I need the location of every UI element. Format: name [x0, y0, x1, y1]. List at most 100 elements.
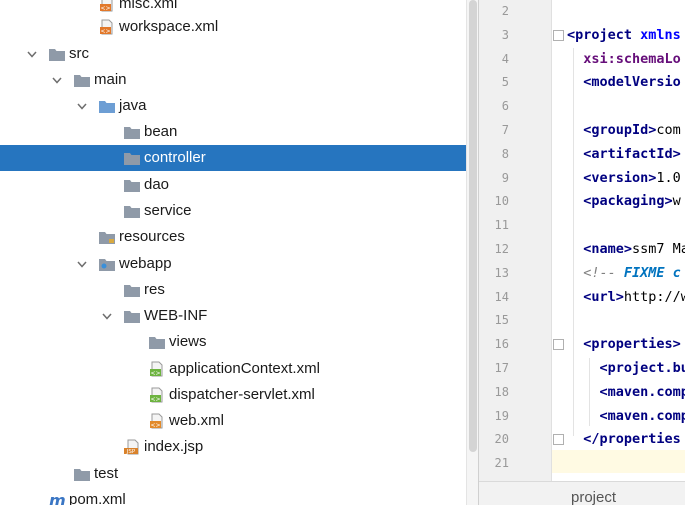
project-tree[interactable]: <> misc.xml <> workspace.xml src main java bean… [0, 0, 466, 505]
code-token: 1.0 [656, 169, 681, 186]
chevron-down-icon[interactable] [100, 309, 114, 323]
tree-item-label: dao [144, 176, 170, 193]
code-line[interactable]: <version>1.0 [567, 166, 681, 190]
code-token: <project.bu [599, 360, 685, 376]
line-number: 21 [494, 456, 509, 471]
code-line[interactable]: <maven.comp [567, 404, 685, 428]
code-line[interactable]: <maven.comp [567, 380, 685, 404]
svg-text:JSP: JSP [126, 449, 136, 455]
tree-item-web-xml[interactable]: <> web.xml [0, 408, 466, 434]
code-line[interactable]: <project.bu [567, 356, 685, 380]
line-number: 11 [494, 218, 509, 233]
code-line[interactable]: <artifactId> [567, 142, 681, 166]
line-number: 14 [494, 289, 509, 304]
fold-marker-icon[interactable] [553, 29, 564, 41]
tree-item-workspace-xml[interactable]: <> workspace.xml [0, 14, 466, 40]
code-token: <packaging> [583, 193, 673, 210]
code-token: <version> [583, 169, 657, 186]
line-number: 7 [501, 123, 509, 137]
code-line[interactable]: <url>http://w [567, 285, 685, 309]
line-number: 15 [494, 313, 509, 328]
xml-editor[interactable]: 2 3 4 5 6 7 8 9 10 11 12 13 14 15 16 17 18 19 20 21 <projec… [478, 0, 685, 505]
tree-item-pom-xml[interactable]: m pom.xml [0, 487, 466, 505]
tree-item-label: controller [144, 149, 206, 166]
tree-item-label: pom.xml [69, 491, 126, 505]
line-number-gutter: 2 3 4 5 6 7 8 9 10 11 12 13 14 15 16 17 18 19 20 21 [479, 0, 552, 505]
tree-item-src[interactable]: src [0, 41, 466, 67]
indent-guide [573, 48, 574, 436]
chevron-down-icon[interactable] [50, 73, 64, 87]
tree-item-label: main [94, 71, 127, 88]
tree-item-bean[interactable]: bean [0, 119, 466, 145]
code-token: w [672, 193, 681, 210]
code-line[interactable]: <modelVersio [567, 70, 681, 94]
tree-item-dao[interactable]: dao [0, 172, 466, 198]
line-number: 3 [501, 27, 509, 42]
code-line[interactable]: <!-- FIXME c [567, 261, 681, 285]
tree-item-label: web.xml [169, 412, 225, 429]
code-token: <modelVersio [583, 74, 681, 91]
tree-item-web-inf[interactable]: WEB-INF [0, 303, 466, 329]
tree-item-label: views [169, 333, 207, 350]
code-line[interactable]: <name>ssm7 Ma [567, 237, 685, 261]
chevron-down-icon[interactable] [25, 47, 39, 61]
folder-icon [148, 334, 166, 350]
chevron-down-icon[interactable] [75, 99, 89, 113]
tree-item-java[interactable]: java [0, 93, 466, 119]
code-token: <url> [583, 288, 624, 305]
tree-item-label: res [144, 281, 165, 298]
fold-marker-icon[interactable] [553, 339, 564, 351]
code-token: <maven.comp [599, 407, 685, 424]
breadcrumb-project[interactable]: project [571, 489, 616, 505]
tree-item-main[interactable]: main [0, 67, 466, 93]
code-line[interactable]: <properties> [567, 332, 681, 356]
line-number: 5 [501, 75, 509, 90]
tree-item-webapp[interactable]: webapp [0, 251, 466, 277]
code-token: ssm7 Ma [632, 241, 685, 257]
code-token: FIXME c [623, 264, 681, 281]
code-token: <groupId> [583, 122, 657, 138]
tree-item-label: java [119, 97, 147, 114]
code-line[interactable]: <groupId>com [567, 118, 681, 142]
chevron-down-icon[interactable] [75, 257, 89, 271]
tree-item-label: workspace.xml [119, 18, 219, 35]
tree-item-res[interactable]: res [0, 277, 466, 303]
tree-item-index-jsp[interactable]: JSP index.jsp [0, 434, 466, 460]
code-token: <project [567, 26, 641, 43]
tree-scrollbar-thumb[interactable] [469, 0, 477, 452]
tree-item-test[interactable]: test [0, 461, 466, 487]
code-line[interactable]: xsi:schemaLo [567, 47, 681, 71]
xml-file-icon: <> [98, 0, 116, 12]
tree-item-service[interactable]: service [0, 198, 466, 224]
indent-guide [589, 358, 590, 426]
tree-item-resources[interactable]: resources [0, 224, 466, 250]
maven-file-icon: m [48, 492, 66, 505]
code-line[interactable]: <project xmlns [567, 23, 681, 47]
fold-marker-icon[interactable] [553, 434, 564, 446]
code-line[interactable]: <packaging>w [567, 189, 681, 213]
tree-item-controller[interactable]: controller [0, 145, 466, 171]
tree-item-label: src [69, 45, 89, 62]
folder-icon [123, 308, 141, 324]
tree-item-label: WEB-INF [144, 307, 208, 324]
line-number: 19 [494, 408, 509, 423]
line-number: 8 [501, 146, 509, 161]
tree-item-views[interactable]: views [0, 329, 466, 355]
breadcrumb-bar[interactable]: project [479, 481, 685, 505]
tree-item-label: applicationContext.xml [169, 360, 320, 377]
tree-item-dispatcher-servlet-xml[interactable]: <> dispatcher-servlet.xml [0, 382, 466, 408]
code-token: <name> [583, 241, 633, 257]
line-number: 20 [494, 432, 509, 447]
code-line[interactable]: </properties [567, 427, 681, 451]
line-number: 16 [494, 337, 509, 352]
tree-item-applicationcontext-xml[interactable]: <> applicationContext.xml [0, 356, 466, 382]
code-token: xmlns [640, 26, 681, 43]
code-token: xsi:schemaLo [583, 50, 681, 67]
